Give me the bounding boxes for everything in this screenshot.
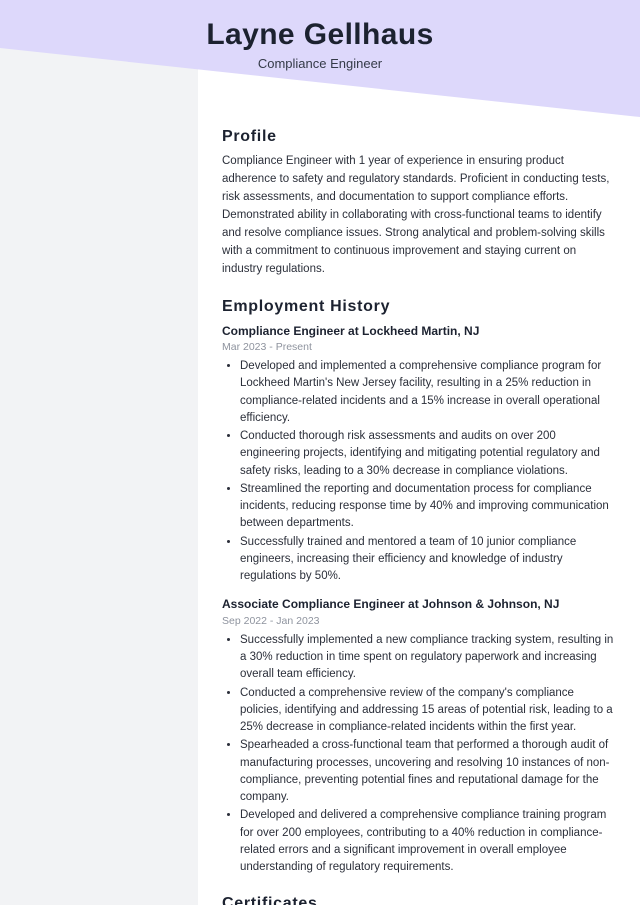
job-bullet: Developed and implemented a comprehensiv… bbox=[240, 358, 614, 427]
job-bullet: Streamlined the reporting and documentat… bbox=[240, 481, 614, 533]
job-title: Compliance Engineer at Lockheed Martin, … bbox=[222, 323, 480, 338]
employment-section: Employment History Compliance Engineer a… bbox=[222, 298, 614, 877]
job-date: Mar 2023 - Present bbox=[222, 341, 312, 354]
job-bullet: Spearheaded a cross-functional team that… bbox=[240, 737, 614, 806]
certificates-heading: Certificates bbox=[222, 895, 318, 905]
resume-page: Layne Gellhaus Compliance Engineer layne… bbox=[0, 0, 640, 905]
job-bullet: Conducted thorough risk assessments and … bbox=[240, 428, 614, 480]
job-date: Sep 2022 - Jan 2023 bbox=[222, 615, 320, 628]
job-bullet: Successfully trained and mentored a team… bbox=[240, 534, 614, 586]
job-bullet: Successfully implemented a new complianc… bbox=[240, 632, 614, 684]
jobs-list: Compliance Engineer at Lockheed Martin, … bbox=[222, 323, 614, 877]
job-bullet-list: Successfully implemented a new complianc… bbox=[222, 632, 614, 877]
employment-heading: Employment History bbox=[222, 297, 391, 315]
sidebar bbox=[0, 0, 198, 905]
job-entry: Associate Compliance Engineer at Johnson… bbox=[222, 596, 614, 876]
job-title: Associate Compliance Engineer at Johnson… bbox=[222, 597, 560, 612]
profile-section: Profile Compliance Engineer with 1 year … bbox=[222, 128, 614, 279]
job-bullet: Conducted a comprehensive review of the … bbox=[240, 685, 614, 737]
job-bullet: Developed and delivered a comprehensive … bbox=[240, 807, 614, 876]
candidate-name: Layne Gellhaus bbox=[206, 18, 434, 51]
main-content: Profile Compliance Engineer with 1 year … bbox=[198, 0, 640, 905]
job-entry: Compliance Engineer at Lockheed Martin, … bbox=[222, 323, 614, 586]
certificates-section: Certificates Certified Compliance and Et… bbox=[222, 895, 614, 905]
job-bullet-list: Developed and implemented a comprehensiv… bbox=[222, 358, 614, 585]
profile-heading: Profile bbox=[222, 128, 277, 145]
profile-text: Compliance Engineer with 1 year of exper… bbox=[222, 155, 610, 275]
